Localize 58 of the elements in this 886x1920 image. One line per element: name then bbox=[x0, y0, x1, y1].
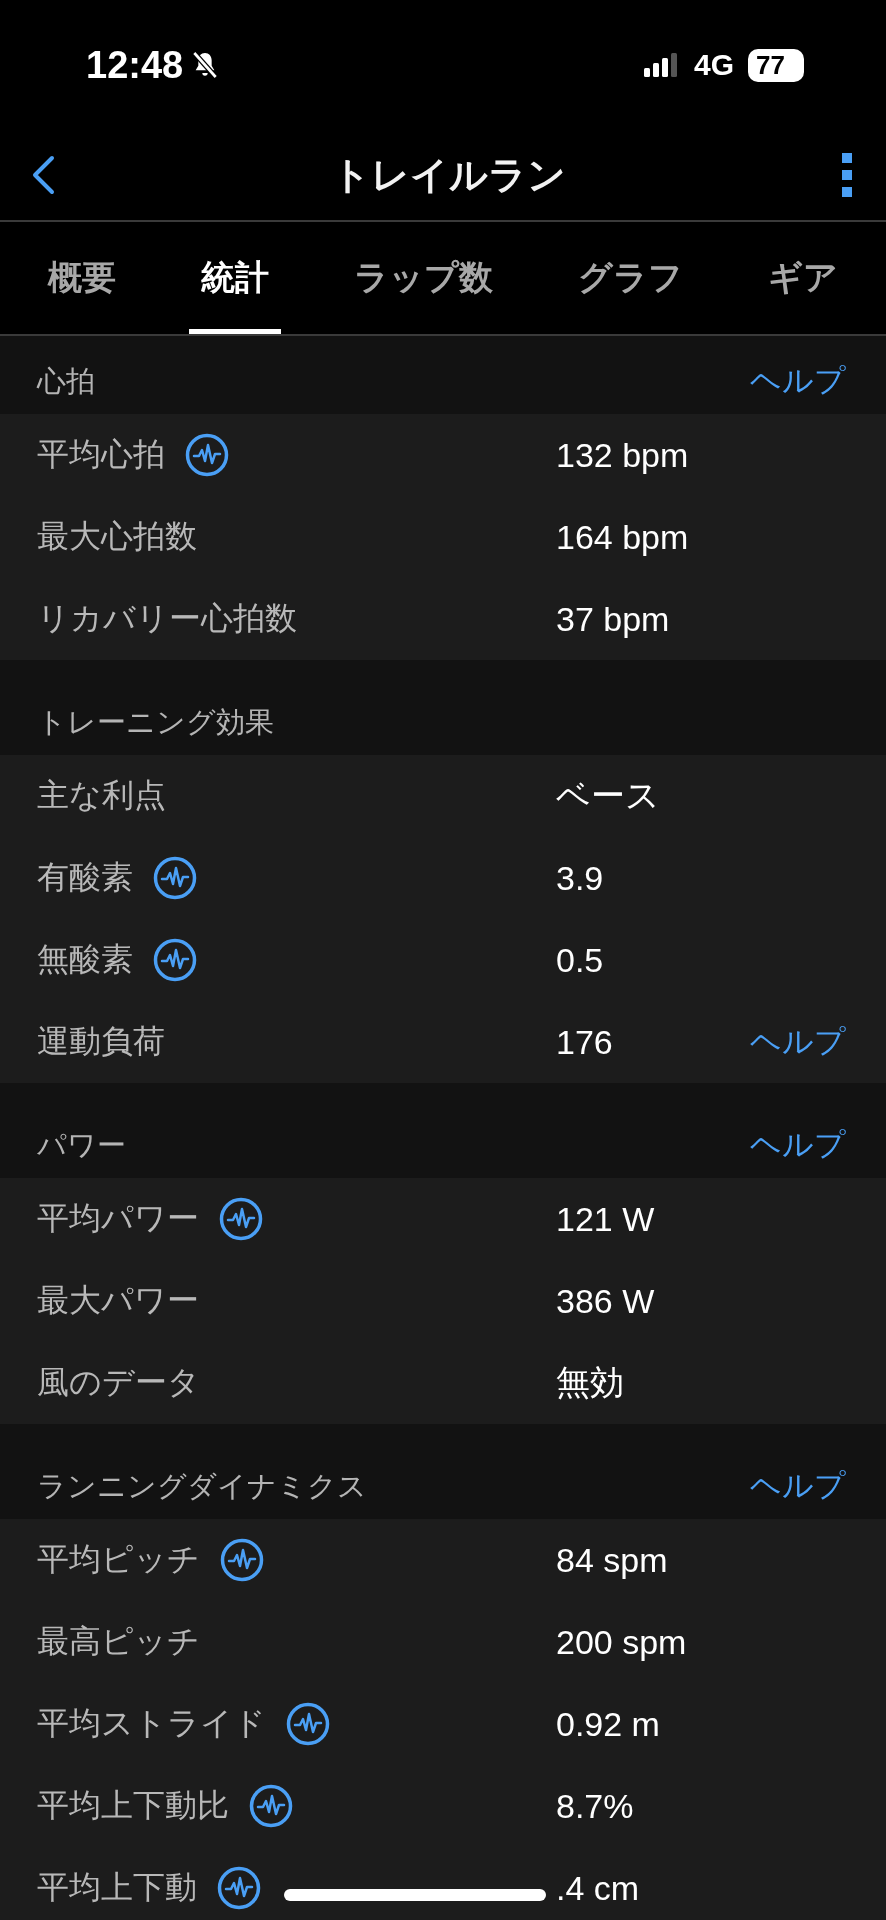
status-time: 12:48 bbox=[86, 43, 184, 87]
stat-value: 0.92 m bbox=[556, 1704, 661, 1744]
stat-label: 平均ストライド bbox=[37, 1703, 266, 1744]
pulse-chart-icon[interactable] bbox=[185, 433, 229, 477]
stat-value: 84 spm bbox=[556, 1540, 669, 1580]
stat-label: 平均ピッチ bbox=[37, 1539, 200, 1580]
section-title: 心拍 bbox=[37, 363, 95, 400]
stat-label: 平均上下動 bbox=[37, 1867, 197, 1908]
stat-value: 132 bpm bbox=[556, 435, 690, 475]
tab[interactable]: ギア bbox=[756, 222, 850, 334]
stat-label: 最大心拍数 bbox=[37, 516, 197, 557]
tab[interactable]: ラップ数 bbox=[342, 222, 505, 334]
stat-value: 8.7% bbox=[556, 1786, 635, 1826]
stat-value: 3.9 bbox=[556, 858, 605, 898]
screen-title: トレイルラン bbox=[331, 151, 566, 199]
help-link[interactable]: ヘルプ bbox=[750, 360, 846, 402]
stat-value: ベース bbox=[556, 775, 661, 816]
pulse-chart-icon[interactable] bbox=[220, 1538, 264, 1582]
section-title: ランニングダイナミクス bbox=[37, 1468, 367, 1505]
tab[interactable]: 統計 bbox=[189, 222, 281, 334]
stat-value: 176 bbox=[556, 1022, 614, 1062]
pulse-chart-icon[interactable] bbox=[153, 938, 197, 982]
section-title: トレーニング効果 bbox=[37, 704, 274, 741]
stat-label: 無酸素 bbox=[37, 939, 133, 980]
network-label: 4G bbox=[693, 48, 734, 82]
pulse-chart-icon[interactable] bbox=[286, 1702, 330, 1746]
pulse-chart-icon[interactable] bbox=[249, 1784, 293, 1828]
pulse-chart-icon[interactable] bbox=[217, 1866, 261, 1910]
stat-label: 最高ピッチ bbox=[37, 1621, 200, 1662]
pulse-chart-icon[interactable] bbox=[219, 1197, 263, 1241]
tab[interactable]: 概要 bbox=[36, 222, 128, 334]
stat-label: 有酸素 bbox=[37, 857, 133, 898]
more-icon[interactable] bbox=[841, 153, 853, 197]
help-link[interactable]: ヘルプ bbox=[750, 1021, 846, 1063]
stat-label: 運動負荷 bbox=[37, 1021, 165, 1062]
signal-icon bbox=[643, 53, 680, 77]
section-title: パワー bbox=[37, 1127, 126, 1164]
stat-value: 386 W bbox=[556, 1281, 656, 1321]
stat-value: 37 bpm bbox=[556, 599, 671, 639]
stat-label: リカバリー心拍数 bbox=[37, 598, 297, 639]
stat-value: 無効 bbox=[556, 1362, 625, 1403]
tab[interactable]: グラフ bbox=[566, 222, 695, 334]
stat-value: 121 W bbox=[556, 1199, 656, 1239]
pulse-chart-icon[interactable] bbox=[153, 856, 197, 900]
stat-value: 200 spm bbox=[556, 1622, 688, 1662]
stat-label: 平均パワー bbox=[37, 1198, 199, 1239]
stat-label: 平均上下動比 bbox=[37, 1785, 229, 1826]
battery-level: 77 bbox=[748, 48, 804, 82]
stat-label: 主な利点 bbox=[37, 775, 166, 816]
stat-value: .4 cm bbox=[556, 1868, 641, 1908]
stat-label: 平均心拍 bbox=[37, 434, 165, 475]
stat-value: 164 bpm bbox=[556, 517, 690, 557]
stat-value: 0.5 bbox=[556, 940, 605, 980]
stat-label: 最大パワー bbox=[37, 1280, 199, 1321]
back-icon[interactable] bbox=[30, 155, 56, 195]
stat-label: 風のデータ bbox=[37, 1362, 200, 1403]
help-link[interactable]: ヘルプ bbox=[750, 1124, 846, 1166]
help-link[interactable]: ヘルプ bbox=[750, 1465, 846, 1507]
